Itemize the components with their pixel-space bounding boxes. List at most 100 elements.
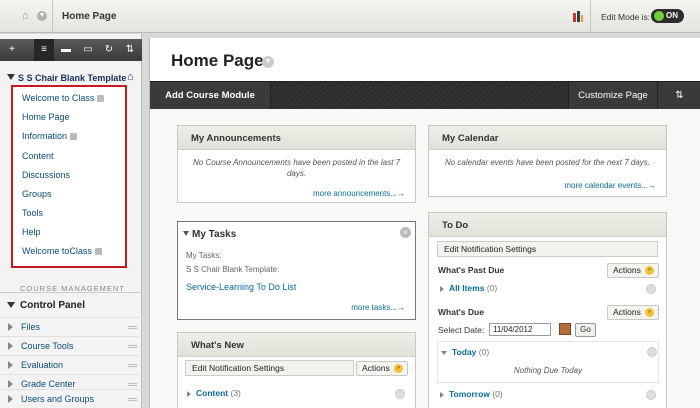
row-label[interactable]: Today	[452, 347, 476, 357]
menu-item-information[interactable]: Information	[22, 131, 78, 141]
control-panel-item-label: Evaluation	[21, 360, 64, 370]
menu-item-tools[interactable]: Tools	[22, 208, 43, 218]
collapse-triangle-icon[interactable]	[183, 231, 189, 236]
whats-due-label: What's Due	[438, 307, 484, 317]
date-field[interactable]	[489, 323, 551, 336]
actions-dropdown[interactable]: Actions »	[607, 263, 659, 278]
tasks-label: My Tasks:	[186, 251, 222, 260]
actions-label: Actions	[613, 265, 641, 275]
menu-item-help[interactable]: Help	[22, 227, 41, 237]
control-panel-item-evaluation[interactable]: Evaluation	[0, 355, 142, 374]
control-panel-item-course-tools[interactable]: Course Tools	[0, 336, 142, 355]
more-tasks-link[interactable]: more tasks...→	[351, 303, 405, 312]
course-home-icon[interactable]: ⌂	[127, 72, 134, 83]
expand-arrow-icon[interactable]	[8, 323, 13, 331]
row-options-icon[interactable]	[646, 390, 656, 400]
drag-handle-icon[interactable]	[128, 398, 137, 401]
window-icon[interactable]: ▭	[78, 39, 98, 61]
expand-arrow-icon[interactable]	[440, 285, 444, 292]
menu-item-home-page[interactable]: Home Page	[22, 112, 70, 122]
more-calendar-events-link[interactable]: more calendar events...→	[564, 181, 656, 190]
drag-handle-icon[interactable]	[128, 383, 137, 386]
all-items-row[interactable]: All Items (0)	[440, 283, 497, 293]
row-label[interactable]: Content	[196, 388, 228, 398]
menu-item-welcome-to-class[interactable]: Welcome to Class	[22, 93, 105, 103]
chart-icon[interactable]	[572, 10, 584, 22]
expand-arrow-icon[interactable]	[187, 390, 191, 397]
customize-page-button[interactable]: Customize Page	[568, 82, 658, 109]
add-icon[interactable]: +	[2, 39, 22, 61]
todo-module: To Do Edit Notification Settings What's …	[428, 212, 667, 408]
menu-options-icon[interactable]	[70, 133, 78, 141]
menu-item-label: Welcome to Class	[22, 93, 95, 103]
content-row[interactable]: Content (3)	[187, 388, 241, 398]
course-header[interactable]: S S Chair Blank Template ⌂	[0, 70, 142, 86]
calendar-icon[interactable]	[559, 323, 571, 335]
row-label[interactable]: All Items	[449, 283, 484, 293]
chevron-down-icon[interactable]: ▼	[37, 11, 47, 21]
task-link[interactable]: Service-Learning To Do List	[186, 282, 296, 292]
toggle-knob	[654, 11, 664, 21]
drag-handle-icon[interactable]	[128, 345, 137, 348]
menu-item-welcome-toclass[interactable]: Welcome toClass	[22, 246, 102, 256]
module-header[interactable]: My Announcements	[178, 126, 415, 150]
more-announcements-link[interactable]: more announcements...→	[313, 189, 405, 198]
close-icon[interactable]: ×	[400, 227, 411, 238]
collapse-triangle-icon[interactable]	[7, 74, 15, 80]
row-options-icon[interactable]	[395, 389, 405, 399]
menu-item-label: Welcome toClass	[22, 246, 92, 256]
sort-icon[interactable]: ⇅	[658, 82, 700, 109]
tomorrow-row[interactable]: Tomorrow (0)	[440, 389, 503, 399]
edit-notification-settings-button[interactable]: Edit Notification Settings	[185, 360, 354, 376]
expand-arrow-icon[interactable]	[8, 342, 13, 350]
home-icon[interactable]: ⌂	[22, 10, 34, 22]
drag-handle-icon[interactable]	[128, 364, 137, 367]
expand-arrow-icon[interactable]	[8, 380, 13, 388]
module-header[interactable]: What's New	[178, 333, 415, 357]
course-sidebar: + ≡ ▬ ▭ ↻ ⇅ S S Chair Blank Template ⌂ W…	[0, 34, 142, 408]
folder-icon[interactable]: ▬	[56, 39, 76, 61]
today-row[interactable]: Today (0)	[441, 347, 489, 357]
sort-icon[interactable]: ⇅	[120, 39, 140, 61]
breadcrumb-title: Home Page	[62, 11, 117, 22]
menu-options-icon[interactable]	[97, 95, 105, 103]
past-due-label: What's Past Due	[438, 265, 505, 275]
control-panel-item-files[interactable]: Files	[0, 317, 142, 336]
actions-dropdown[interactable]: Actions »	[356, 361, 408, 376]
module-title: My Announcements	[191, 133, 281, 144]
row-options-icon[interactable]	[646, 284, 656, 294]
row-count: (3)	[230, 388, 241, 398]
menu-options-icon[interactable]	[94, 248, 102, 256]
refresh-icon[interactable]: ↻	[99, 39, 119, 61]
collapse-triangle-icon[interactable]	[7, 302, 15, 308]
module-header[interactable]: My Tasks ×	[178, 222, 415, 246]
add-course-module-button[interactable]: Add Course Module	[150, 82, 271, 109]
module-header[interactable]: To Do	[429, 213, 666, 237]
control-panel-header[interactable]: Control Panel	[0, 298, 142, 314]
expand-arrow-icon[interactable]	[8, 395, 13, 403]
menu-item-content[interactable]: Content	[22, 151, 54, 161]
expand-arrow-icon[interactable]	[8, 361, 13, 369]
row-label[interactable]: Tomorrow	[449, 389, 490, 399]
edit-notification-settings-button[interactable]: Edit Notification Settings	[437, 241, 658, 257]
menu-item-discussions[interactable]: Discussions	[22, 170, 70, 180]
go-button[interactable]: Go	[575, 323, 596, 337]
row-options-icon[interactable]	[647, 347, 657, 357]
menu-item-groups[interactable]: Groups	[22, 189, 52, 199]
toggle-state: ON	[666, 11, 678, 20]
modules-area: My Announcements No Course Announcements…	[150, 109, 700, 408]
edit-mode-toggle[interactable]: ON	[651, 9, 684, 23]
drag-handle-icon[interactable]	[128, 326, 137, 329]
row-count: (0)	[478, 347, 490, 357]
actions-label: Actions	[362, 363, 390, 373]
module-header[interactable]: My Calendar	[429, 126, 666, 150]
collapse-arrow-icon[interactable]	[441, 350, 447, 355]
control-panel-item-users-and-groups[interactable]: Users and Groups	[0, 389, 142, 408]
menu-item-label: Information	[22, 131, 68, 141]
chevron-down-icon[interactable]: ▼	[262, 56, 274, 68]
today-panel: Today (0) Nothing Due Today	[437, 341, 659, 383]
main-content: Home Page ▼ Add Course Module Customize …	[149, 38, 700, 408]
menu-list-icon[interactable]: ≡	[34, 39, 54, 61]
actions-dropdown[interactable]: Actions »	[607, 305, 659, 320]
expand-arrow-icon[interactable]	[440, 391, 444, 398]
